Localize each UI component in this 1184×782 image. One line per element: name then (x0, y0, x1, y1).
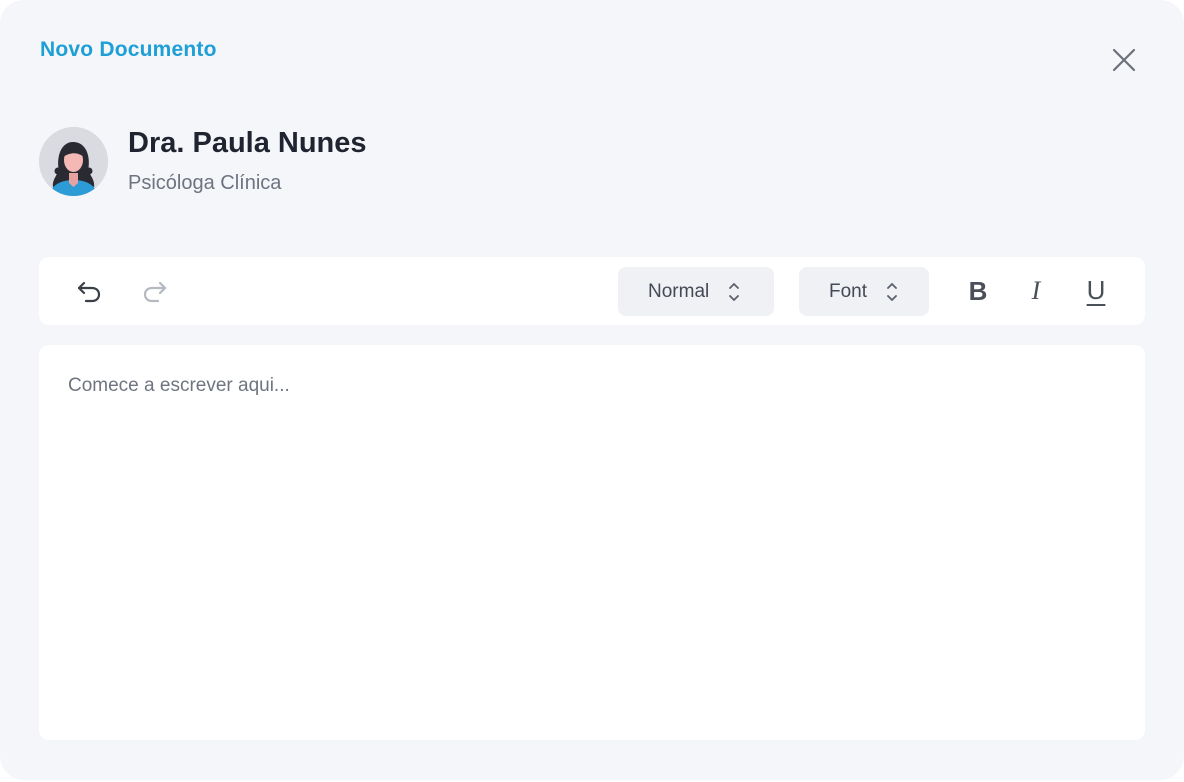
doctor-profile: Dra. Paula Nunes Psicóloga Clínica (39, 126, 367, 196)
editor-toolbar: Normal Font B I U (39, 257, 1145, 325)
font-select[interactable]: Font (799, 267, 929, 316)
chevron-up-down-icon (887, 282, 897, 301)
undo-icon (77, 281, 101, 303)
italic-icon: I (1031, 276, 1041, 305)
font-value: Font (829, 280, 868, 302)
avatar-woman-icon (39, 126, 108, 196)
underline-button[interactable]: U (1079, 272, 1113, 308)
paragraph-style-value: Normal (648, 280, 710, 302)
doctor-role: Psicóloga Clínica (128, 172, 282, 194)
redo-icon (143, 281, 167, 303)
underline-icon: U (1086, 274, 1106, 305)
new-document-modal: Novo Documento Dra. Paula Nunes Psicólog… (0, 0, 1184, 780)
document-editor (39, 345, 1145, 740)
bold-button[interactable]: B (961, 274, 995, 308)
doctor-name: Dra. Paula Nunes (128, 127, 367, 159)
italic-button[interactable]: I (1019, 274, 1053, 308)
chevron-up-down-icon (729, 282, 740, 301)
avatar (39, 126, 108, 196)
paragraph-style-select[interactable]: Normal (618, 267, 774, 316)
undo-button[interactable] (72, 275, 106, 307)
bold-icon: B (968, 275, 988, 306)
document-text-area[interactable] (39, 345, 1145, 740)
close-icon (1112, 48, 1136, 72)
redo-button[interactable] (138, 275, 172, 307)
close-button[interactable] (1108, 44, 1140, 76)
modal-title: Novo Documento (40, 38, 217, 61)
